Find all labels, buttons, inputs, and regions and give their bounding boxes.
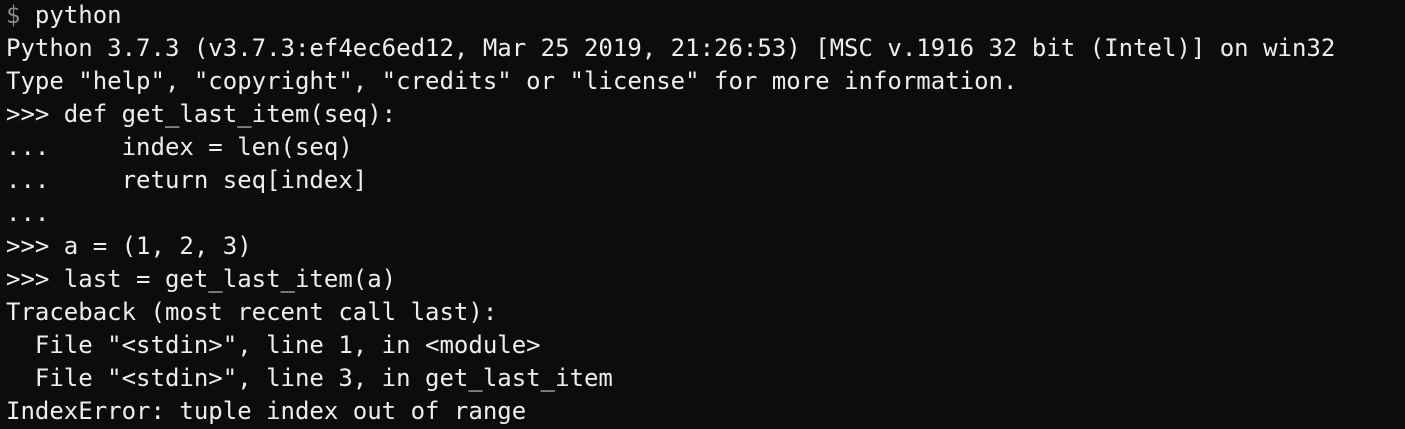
repl-continuation-line: ... [6, 199, 50, 227]
traceback-frame: File "<stdin>", line 1, in <module> [6, 331, 541, 359]
shell-command-line: $ python [6, 0, 1405, 33]
repl-continuation-line: ... index = len(seq) [6, 133, 353, 161]
python-help-hint: Type "help", "copyright", "credits" or "… [6, 67, 1018, 95]
shell-command: python [20, 1, 122, 29]
repl-input-line: >>> last = get_last_item(a) [6, 265, 397, 293]
terminal-window[interactable]: $ python Python 3.7.3 (v3.7.3:ef4ec6ed12… [0, 0, 1405, 426]
traceback-frame: File "<stdin>", line 3, in get_last_item [6, 364, 613, 392]
repl-continuation-line: ... return seq[index] [6, 166, 368, 194]
repl-input-line: >>> a = (1, 2, 3) [6, 232, 252, 260]
repl-input-line: >>> def get_last_item(seq): [6, 100, 397, 128]
shell-prompt-symbol: $ [6, 1, 21, 29]
python-version-banner: Python 3.7.3 (v3.7.3:ef4ec6ed12, Mar 25 … [6, 34, 1336, 62]
error-message: IndexError: tuple index out of range [6, 397, 527, 425]
traceback-header: Traceback (most recent call last): [6, 298, 498, 326]
